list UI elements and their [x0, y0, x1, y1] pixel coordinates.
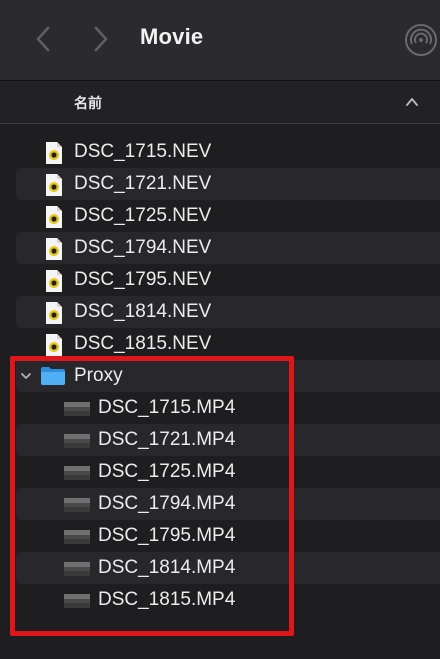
file-row[interactable]: DSC_1721.MP4	[0, 424, 440, 456]
file-name: DSC_1794.NEV	[74, 237, 212, 258]
forward-button[interactable]	[86, 22, 116, 56]
file-list: DSC_1715.NEV DSC_1721.NEV DSC_1725.NEV D…	[0, 136, 440, 616]
video-thumbnail-icon	[64, 466, 90, 480]
chevron-left-icon	[36, 26, 50, 52]
folder-name: Proxy	[74, 365, 123, 386]
file-row[interactable]: DSC_1794.MP4	[0, 488, 440, 520]
airdrop-button[interactable]	[404, 22, 438, 58]
raw-image-file-icon	[46, 334, 62, 356]
file-row[interactable]: DSC_1795.NEV	[0, 264, 440, 296]
chevron-up-icon	[406, 98, 418, 106]
file-row[interactable]: DSC_1814.MP4	[0, 552, 440, 584]
disclosure-down-icon[interactable]	[20, 371, 32, 381]
file-name: DSC_1715.MP4	[98, 397, 236, 418]
airdrop-icon	[405, 24, 437, 56]
file-name: DSC_1814.MP4	[98, 557, 236, 578]
file-name: DSC_1795.NEV	[74, 269, 212, 290]
column-header-name[interactable]: 名前	[0, 81, 440, 124]
file-row[interactable]: DSC_1815.NEV	[0, 328, 440, 360]
video-thumbnail-icon	[64, 402, 90, 416]
file-row[interactable]: DSC_1725.NEV	[0, 200, 440, 232]
toolbar: Movie	[0, 0, 440, 80]
video-thumbnail-icon	[64, 594, 90, 608]
file-row[interactable]: DSC_1795.MP4	[0, 520, 440, 552]
file-name: DSC_1715.NEV	[74, 141, 212, 162]
window-title: Movie	[140, 24, 204, 49]
file-row[interactable]: DSC_1794.NEV	[0, 232, 440, 264]
video-thumbnail-icon	[64, 530, 90, 544]
file-row[interactable]: DSC_1815.MP4	[0, 584, 440, 616]
folder-row-proxy[interactable]: Proxy	[0, 360, 440, 392]
file-name: DSC_1721.MP4	[98, 429, 236, 450]
finder-window: Movie 名前 DSC_1715.NEV DSC_1721.NEV DSC_1…	[0, 0, 440, 659]
file-row[interactable]: DSC_1715.NEV	[0, 136, 440, 168]
column-header-label: 名前	[74, 95, 102, 111]
file-name: DSC_1814.NEV	[74, 301, 212, 322]
raw-image-file-icon	[46, 174, 62, 196]
file-name: DSC_1815.MP4	[98, 589, 236, 610]
file-name: DSC_1815.NEV	[74, 333, 212, 354]
video-thumbnail-icon	[64, 434, 90, 448]
raw-image-file-icon	[46, 142, 62, 164]
file-row[interactable]: DSC_1725.MP4	[0, 456, 440, 488]
file-name: DSC_1795.MP4	[98, 525, 236, 546]
file-row[interactable]: DSC_1814.NEV	[0, 296, 440, 328]
file-name: DSC_1725.NEV	[74, 205, 212, 226]
file-row[interactable]: DSC_1721.NEV	[0, 168, 440, 200]
raw-image-file-icon	[46, 302, 62, 324]
raw-image-file-icon	[46, 270, 62, 292]
back-button[interactable]	[28, 22, 58, 56]
video-thumbnail-icon	[64, 562, 90, 576]
folder-icon	[41, 367, 65, 385]
file-name: DSC_1794.MP4	[98, 493, 236, 514]
raw-image-file-icon	[46, 206, 62, 228]
video-thumbnail-icon	[64, 498, 90, 512]
chevron-right-icon	[94, 26, 108, 52]
raw-image-file-icon	[46, 238, 62, 260]
file-name: DSC_1721.NEV	[74, 173, 212, 194]
file-name: DSC_1725.MP4	[98, 461, 236, 482]
file-row[interactable]: DSC_1715.MP4	[0, 392, 440, 424]
